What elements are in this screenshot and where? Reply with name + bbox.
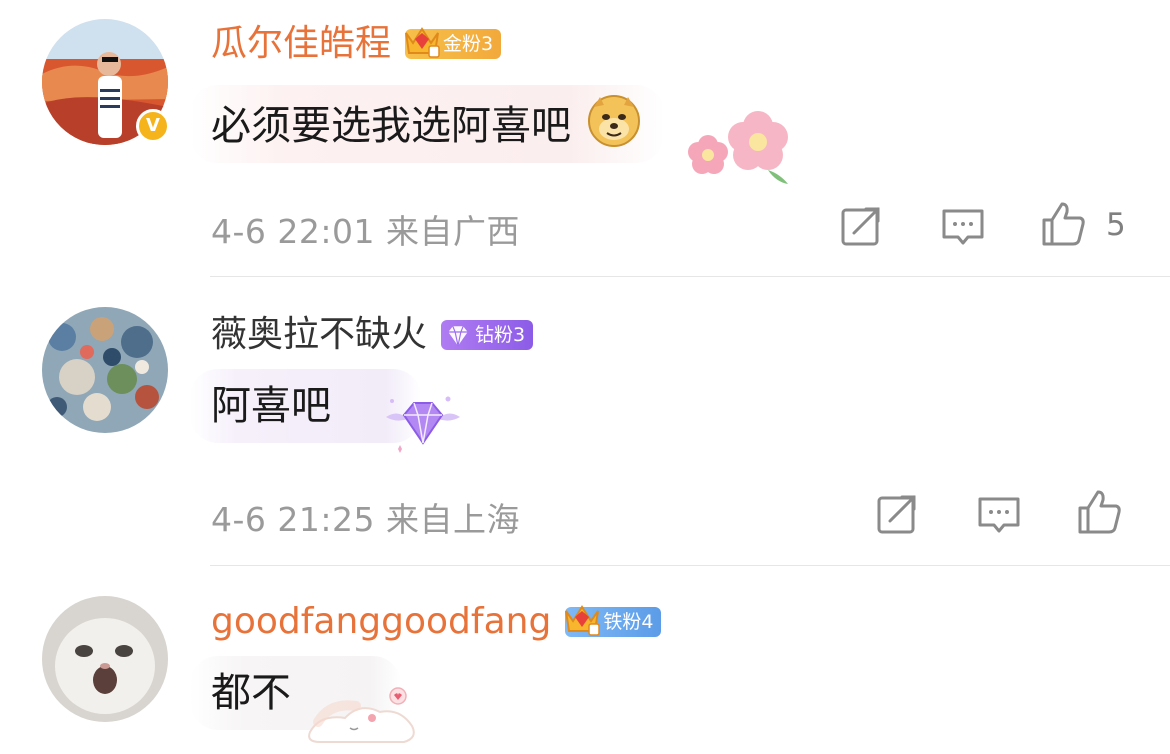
verified-icon: V	[136, 109, 170, 143]
like-count: 5	[1106, 207, 1126, 243]
comment-location: 来自上海	[386, 500, 520, 539]
avatar[interactable]	[42, 596, 168, 722]
comment-location: 来自广西	[386, 212, 520, 251]
crown-icon	[565, 605, 601, 636]
like-icon[interactable]	[1076, 488, 1122, 534]
sleeping-cat-decoration	[308, 687, 415, 743]
crown-icon	[405, 27, 440, 58]
flower-decoration	[688, 111, 788, 184]
fan-badge[interactable]: 铁粉4	[565, 605, 662, 637]
comment-item: goodfanggoodfang 铁粉4 都不	[0, 566, 1170, 754]
username[interactable]: goodfanggoodfang	[211, 600, 551, 644]
diamond-icon	[448, 326, 468, 346]
comment-item: V 瓜尔佳皓程 金粉3 必须要选我选阿喜吧 4-6 22:01 来自广西 5	[0, 0, 1170, 276]
comment-time: 4-6 22:01	[211, 212, 375, 251]
comment-item: 薇奥拉不缺火 钻粉3 阿喜吧 4-6 21:25 来自上海	[0, 277, 1170, 565]
fan-badge[interactable]: 钻粉3	[441, 320, 534, 350]
badge-label: 钻粉3	[475, 324, 526, 346]
like-icon[interactable]	[1040, 200, 1086, 246]
fan-badge[interactable]: 金粉3	[405, 27, 502, 59]
comment-list: V 瓜尔佳皓程 金粉3 必须要选我选阿喜吧 4-6 22:01 来自广西 5 薇…	[0, 0, 1170, 754]
reply-icon[interactable]	[976, 493, 1022, 539]
share-icon[interactable]	[874, 491, 920, 537]
share-icon[interactable]	[838, 203, 884, 249]
comment-text: 必须要选我选阿喜吧	[211, 103, 571, 149]
badge-label: 铁粉4	[603, 611, 654, 633]
avatar[interactable]	[42, 307, 168, 433]
comment-text-bubble: 必须要选我选阿喜吧	[190, 85, 664, 163]
username[interactable]: 薇奥拉不缺火	[211, 313, 427, 357]
doge-emoji	[587, 95, 640, 147]
comment-text: 阿喜吧	[211, 383, 331, 429]
comment-time: 4-6 21:25	[211, 500, 375, 539]
username[interactable]: 瓜尔佳皓程	[211, 22, 391, 66]
reply-icon[interactable]	[940, 205, 986, 251]
badge-label: 金粉3	[443, 33, 494, 55]
comment-text: 都不	[211, 670, 291, 716]
winged-diamond-decoration	[386, 396, 460, 453]
avatar[interactable]: V	[42, 19, 170, 145]
